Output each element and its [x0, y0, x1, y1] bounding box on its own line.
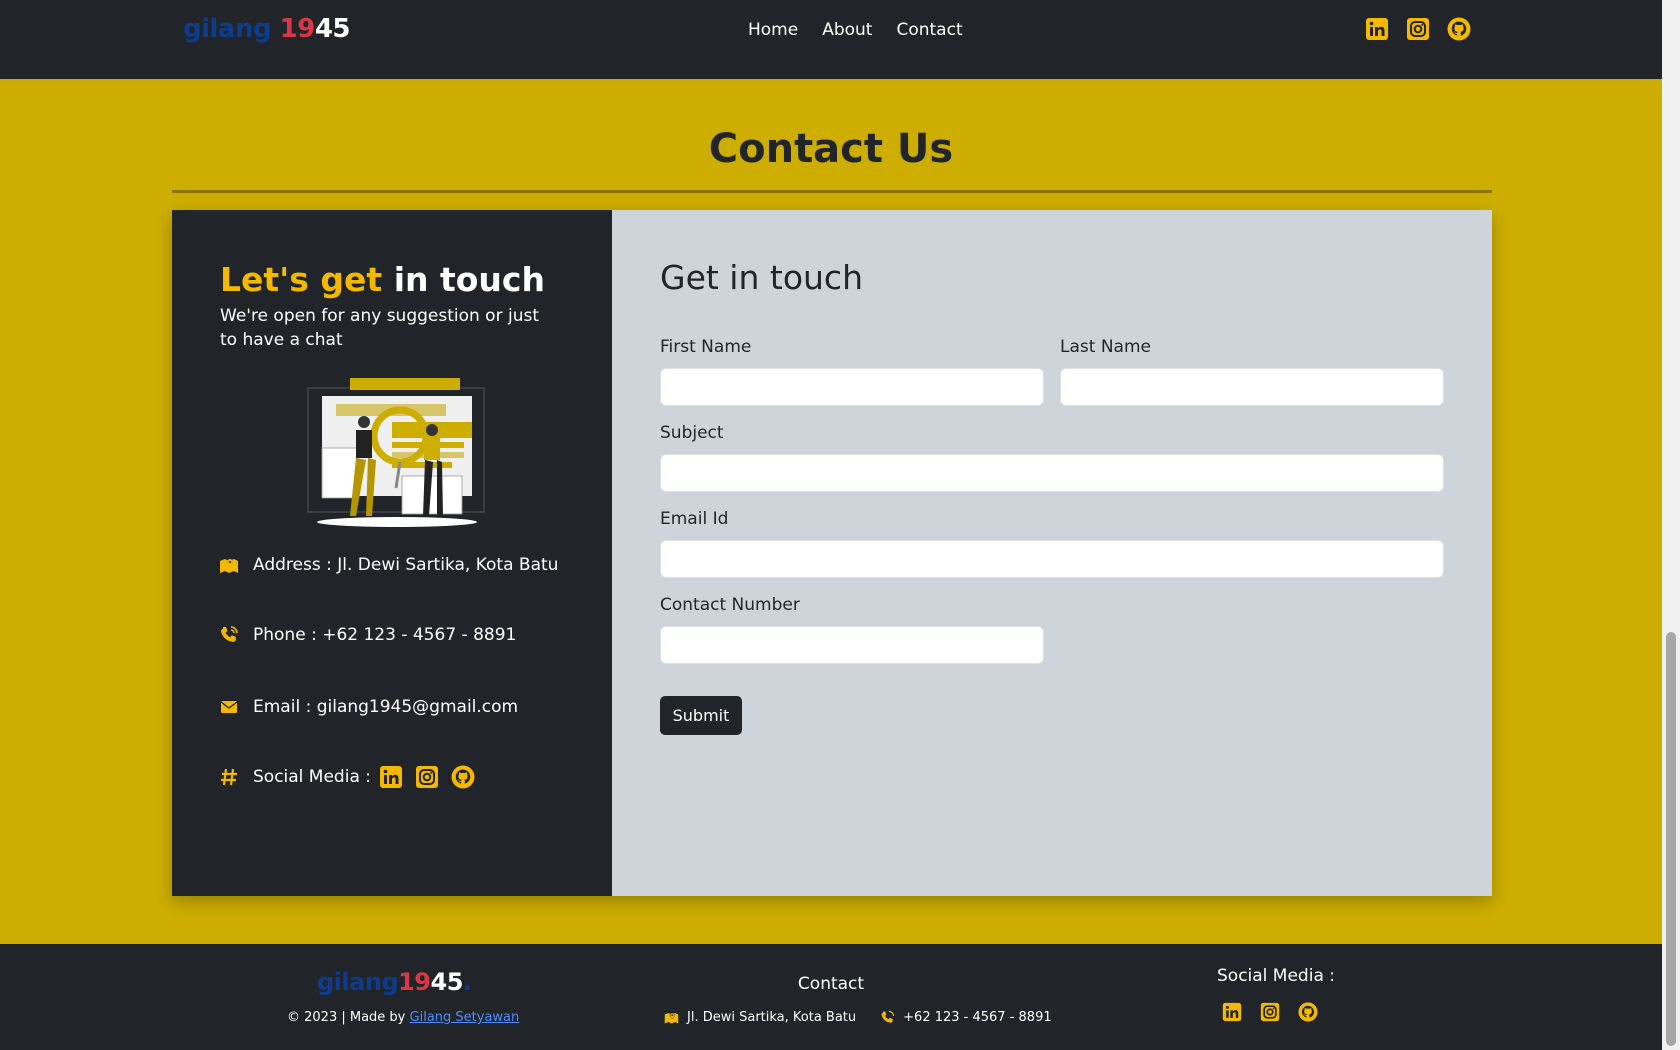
brand-part-3: 45 [314, 14, 351, 44]
email-row: Email : gilang1945@gmail.com [219, 697, 518, 717]
contact-card: Let's get in touch We're open for any su… [172, 210, 1492, 896]
github-icon[interactable] [1447, 17, 1471, 41]
social-row: Social Media : [219, 765, 475, 789]
address-text: Address : Jl. Dewi Sartika, Kota Batu [253, 555, 559, 575]
contact-number-label: Contact Number [660, 595, 800, 615]
footer-social-title: Social Media : [1217, 966, 1335, 986]
footer-social-icons [1222, 1002, 1318, 1022]
nav-social-icons [1365, 17, 1471, 41]
author-link[interactable]: Gilang Setyawan [410, 1010, 520, 1025]
info-heading-rest: in touch [382, 260, 545, 299]
navbar: gilang 1945 Home About Contact [0, 0, 1662, 79]
contact-info-panel: Let's get in touch We're open for any su… [172, 210, 612, 896]
info-social-icons [379, 765, 475, 789]
form-heading: Get in touch [660, 258, 863, 297]
linkedin-icon[interactable] [1222, 1002, 1242, 1022]
email-text: Email : gilang1945@gmail.com [253, 697, 519, 717]
brand-logo[interactable]: gilang 1945 [183, 14, 351, 44]
submit-button[interactable]: Submit [660, 696, 742, 735]
footer-copyright: © 2023 | Made by Gilang Setyawan [287, 1010, 519, 1025]
contact-form-panel: Get in touch First Name Last Name Subjec… [612, 210, 1492, 896]
contact-number-input[interactable] [660, 626, 1044, 664]
instagram-icon[interactable] [1260, 1002, 1280, 1022]
hash-icon [219, 767, 239, 787]
last-name-label: Last Name [1060, 337, 1151, 357]
first-name-input[interactable] [660, 368, 1044, 406]
nav-link-home[interactable]: Home [748, 20, 798, 40]
footer-address: Jl. Dewi Sartika, Kota Batu [687, 1010, 857, 1025]
subject-input[interactable] [660, 454, 1444, 492]
info-heading-highlight: Let's get [220, 260, 383, 299]
info-subtitle: We're open for any suggestion or just to… [220, 306, 539, 350]
social-label: Social Media : [253, 767, 371, 787]
copyright-text: © 2023 | Made by [287, 1010, 410, 1025]
nav-links: Home About Contact [748, 20, 963, 40]
first-name-label: First Name [660, 337, 752, 357]
brand-part-1: gilang [183, 14, 280, 44]
map-icon [219, 555, 239, 575]
github-icon[interactable] [1298, 1002, 1318, 1022]
email-label: Email Id [660, 509, 729, 529]
phone-icon [219, 625, 239, 645]
address-row: Address : Jl. Dewi Sartika, Kota Batu [219, 555, 558, 575]
footer-contact-row: Jl. Dewi Sartika, Kota Batu +62 123 - 45… [664, 1010, 1052, 1025]
phone-icon [880, 1010, 895, 1025]
last-name-input[interactable] [1060, 368, 1444, 406]
contact-illustration [292, 378, 502, 538]
email-input[interactable] [660, 540, 1444, 578]
footer-phone: +62 123 - 4567 - 8891 [903, 1010, 1052, 1025]
title-divider [172, 190, 1492, 193]
instagram-icon[interactable] [415, 765, 439, 789]
phone-row: Phone : +62 123 - 4567 - 8891 [219, 625, 516, 645]
page-scrollbar[interactable] [1662, 0, 1680, 1050]
linkedin-icon[interactable] [379, 765, 403, 789]
page-title: Contact Us [708, 126, 954, 172]
nav-link-about[interactable]: About [822, 20, 872, 40]
linkedin-icon[interactable] [1365, 17, 1389, 41]
footer-contact-title: Contact [797, 974, 865, 994]
instagram-icon[interactable] [1406, 17, 1430, 41]
scrollbar-thumb[interactable] [1666, 632, 1676, 1046]
info-heading: Let's get in touch [220, 260, 545, 299]
map-icon [664, 1010, 679, 1025]
footer: gilang1945. © 2023 | Made by Gilang Sety… [0, 944, 1662, 1050]
nav-link-contact[interactable]: Contact [896, 20, 962, 40]
github-icon[interactable] [451, 765, 475, 789]
subject-label: Subject [660, 423, 724, 443]
brand-part-2: 19 [279, 14, 316, 44]
envelope-icon [219, 697, 239, 717]
phone-text: Phone : +62 123 - 4567 - 8891 [253, 625, 517, 645]
